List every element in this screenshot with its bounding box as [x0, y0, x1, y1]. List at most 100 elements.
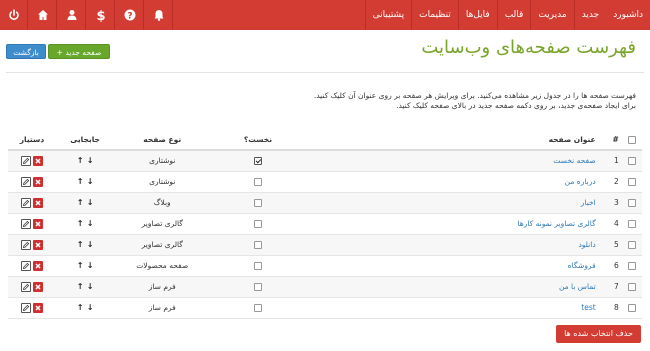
- row-select: [622, 213, 642, 235]
- page-title-link[interactable]: درباره من: [565, 177, 596, 186]
- first-page-checkbox[interactable]: [253, 157, 262, 166]
- first-page-checkbox[interactable]: [253, 220, 262, 228]
- edit-icon[interactable]: [20, 218, 31, 229]
- page-title-link[interactable]: اخبار: [581, 198, 596, 207]
- user-icon[interactable]: [58, 0, 86, 30]
- row-move: ↑ ↓: [55, 150, 115, 172]
- row-select-checkbox[interactable]: [628, 178, 637, 186]
- bell-icon[interactable]: [145, 0, 173, 30]
- edit-icon[interactable]: [20, 176, 31, 187]
- row-number: 8: [603, 297, 623, 319]
- page-title: فهرست صفحه‌های وب‌سایت: [421, 37, 636, 58]
- select-all-checkbox[interactable]: [628, 135, 637, 144]
- nav-new[interactable]: جدید: [573, 0, 607, 30]
- move-down-icon[interactable]: ↓: [85, 156, 95, 165]
- row-type: فرم ساز: [114, 276, 211, 298]
- move-up-icon[interactable]: ↑: [75, 177, 85, 186]
- delete-icon[interactable]: [32, 197, 43, 208]
- edit-icon[interactable]: [20, 239, 31, 250]
- row-tools: [8, 171, 56, 193]
- first-page-checkbox[interactable]: [253, 283, 262, 291]
- move-down-icon[interactable]: ↓: [85, 261, 95, 270]
- table-row: ↑ ↓ فرم ساز تماس با من 7: [8, 276, 642, 298]
- back-button[interactable]: بازگشت: [6, 44, 46, 59]
- row-title: test: [305, 297, 604, 319]
- row-select: [622, 297, 642, 319]
- page-title-link[interactable]: دانلود: [578, 240, 595, 249]
- move-up-icon[interactable]: ↑: [75, 240, 85, 249]
- row-type: فرم ساز: [114, 297, 211, 319]
- row-tools: [8, 297, 56, 319]
- delete-icon[interactable]: [32, 218, 43, 229]
- main-nav: داشبورد جدید مدیریت قالب فایل‌ها تنظیمات…: [364, 0, 650, 30]
- nav-dashboard[interactable]: داشبورد: [606, 0, 650, 30]
- first-page-checkbox[interactable]: [253, 178, 262, 186]
- delete-selected-button[interactable]: حذف انتخاب شده ها: [556, 325, 641, 343]
- first-page-checkbox[interactable]: [253, 199, 262, 207]
- move-up-icon[interactable]: ↑: [75, 303, 85, 312]
- col-move: جابجایی: [55, 129, 115, 151]
- move-down-icon[interactable]: ↓: [85, 240, 95, 249]
- row-select-checkbox[interactable]: [628, 241, 637, 249]
- delete-icon[interactable]: [32, 176, 43, 187]
- row-number: 7: [603, 276, 623, 298]
- row-select: [622, 255, 642, 277]
- delete-icon[interactable]: [32, 302, 43, 313]
- svg-text:?: ?: [127, 12, 132, 22]
- nav-files[interactable]: فایل‌ها: [457, 0, 497, 30]
- move-down-icon[interactable]: ↓: [85, 177, 95, 186]
- row-select-checkbox[interactable]: [628, 304, 637, 312]
- move-down-icon[interactable]: ↓: [85, 219, 95, 228]
- row-move: ↑ ↓: [55, 171, 115, 193]
- move-down-icon[interactable]: ↓: [85, 198, 95, 207]
- nav-template[interactable]: قالب: [496, 0, 531, 30]
- first-page-checkbox[interactable]: [253, 262, 262, 270]
- intro-text: فهرست صفحه ها را در جدول زیر مشاهده می‌ک…: [136, 91, 636, 111]
- row-select-checkbox[interactable]: [628, 283, 637, 291]
- move-up-icon[interactable]: ↑: [75, 219, 85, 228]
- row-select-checkbox[interactable]: [628, 262, 637, 270]
- delete-icon[interactable]: [32, 155, 43, 166]
- delete-icon[interactable]: [32, 260, 43, 271]
- first-page-checkbox[interactable]: [253, 304, 262, 312]
- edit-icon[interactable]: [20, 197, 31, 208]
- nav-settings[interactable]: تنظیمات: [411, 0, 458, 30]
- page-title-link[interactable]: گالری تصاویر نمونه کارها: [518, 219, 596, 228]
- table-row: ↑ ↓ صفحه محصولات فروشگاه 6: [8, 255, 642, 277]
- row-move: ↑ ↓: [55, 213, 115, 235]
- row-select-checkbox[interactable]: [628, 220, 637, 228]
- first-page-checkbox[interactable]: [253, 241, 262, 249]
- move-down-icon[interactable]: ↓: [85, 303, 95, 312]
- move-up-icon[interactable]: ↑: [75, 261, 85, 270]
- delete-icon[interactable]: [32, 239, 43, 250]
- row-select-checkbox[interactable]: [628, 157, 637, 166]
- row-title: درباره من: [305, 171, 604, 193]
- delete-icon[interactable]: [32, 281, 43, 292]
- table-row: ↑ ↓ وبلاگ اخبار 3: [8, 192, 642, 214]
- help-icon[interactable]: ?: [116, 0, 144, 30]
- nav-management[interactable]: مدیریت: [530, 0, 573, 30]
- move-down-icon[interactable]: ↓: [85, 282, 95, 291]
- page-title-link[interactable]: صفحه نخست: [553, 156, 595, 165]
- page-title-link[interactable]: تماس با من: [559, 282, 596, 291]
- row-title: فروشگاه: [305, 255, 604, 277]
- dollar-icon[interactable]: $: [87, 0, 115, 30]
- edit-icon[interactable]: [20, 260, 31, 271]
- edit-icon[interactable]: [20, 302, 31, 313]
- row-select-checkbox[interactable]: [628, 199, 637, 207]
- page-title-link[interactable]: فروشگاه: [568, 261, 596, 270]
- move-up-icon[interactable]: ↑: [75, 282, 85, 291]
- row-move: ↑ ↓: [55, 276, 115, 298]
- move-up-icon[interactable]: ↑: [75, 198, 85, 207]
- power-icon[interactable]: [0, 0, 28, 30]
- move-up-icon[interactable]: ↑: [75, 156, 85, 165]
- nav-support[interactable]: پشتیبانی: [364, 0, 411, 30]
- page-title-link[interactable]: test: [581, 303, 595, 312]
- table-body: ↑ ↓ نوشتاری صفحه نخست 1 ↑ ↓ نوشتاری درباره من 2 ↑ ↓…: [8, 150, 642, 319]
- edit-icon[interactable]: [20, 155, 31, 166]
- col-select-all: [622, 129, 642, 151]
- row-tools: [8, 213, 56, 235]
- edit-icon[interactable]: [20, 281, 31, 292]
- home-icon[interactable]: [29, 0, 57, 30]
- new-page-button[interactable]: + صفحه جدید: [48, 44, 110, 59]
